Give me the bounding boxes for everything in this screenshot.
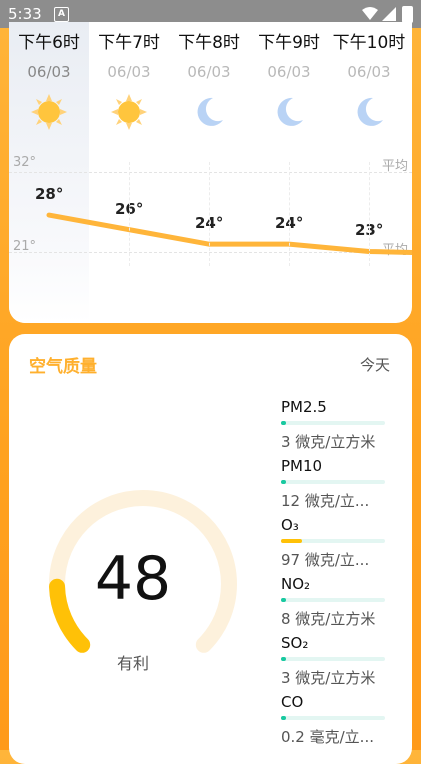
pollutant-item[interactable]: CO 0.2 毫克/立... (281, 693, 406, 747)
pollutant-value: 12 微克/立... (281, 492, 370, 510)
pollutant-value: 8 微克/立方米 (281, 610, 376, 628)
notification-icon: A (54, 7, 69, 22)
air-quality-title: 空气质量 (29, 357, 97, 377)
pollutant-value: 97 微克/立... (281, 551, 370, 569)
chart-vertical-gridline (209, 162, 210, 266)
temperature-point-label: 28° (35, 185, 64, 204)
pollutant-value: 3 微克/立方米 (281, 669, 376, 687)
cellular-icon (382, 7, 396, 21)
pollutant-bar (281, 598, 385, 602)
pollutant-value: 3 微克/立方米 (281, 433, 376, 451)
pollutant-item[interactable]: SO₂ 3 微克/立方米 (281, 634, 406, 688)
pollutant-bar (281, 716, 385, 720)
pollutant-name: CO (281, 693, 304, 711)
chart-vertical-gridline (129, 162, 130, 266)
hourly-forecast-card: 下午6时 06/03 下午7时 06/03 下午8时 06/03 下午9时 06/03 下午10… (9, 22, 412, 323)
temperature-line-chart (46, 212, 412, 255)
pollutant-bar (281, 421, 385, 425)
pollutant-value: 0.2 毫克/立... (281, 728, 374, 746)
pollutant-name: NO₂ (281, 575, 311, 593)
pollutant-bar (281, 480, 385, 484)
pollutant-item[interactable]: O₃ 97 微克/立... (281, 516, 406, 570)
status-time: 5:33 (8, 5, 42, 23)
pollutant-item[interactable]: NO₂ 8 微克/立方米 (281, 575, 406, 629)
battery-icon (402, 6, 413, 23)
air-quality-period[interactable]: 今天 (360, 354, 390, 375)
chart-vertical-gridline (369, 162, 370, 266)
pollutant-name: PM10 (281, 457, 323, 475)
pollutant-bar (281, 657, 385, 661)
chart-vertical-gridline (289, 162, 290, 266)
pollutant-name: O₃ (281, 516, 299, 534)
pollutant-name: SO₂ (281, 634, 309, 652)
pollutant-item[interactable]: PM10 12 微克/立... (281, 457, 406, 511)
pollutant-bar (281, 539, 385, 543)
air-quality-card: 空气质量 今天 48 有利 PM2.5 3 微克/立方米 PM10 12 微克/立..… (9, 334, 412, 764)
aqi-level: 有利 (117, 654, 150, 673)
pollutant-name: PM2.5 (281, 398, 327, 416)
pollutant-item[interactable]: PM2.5 3 微克/立方米 (281, 398, 406, 452)
wifi-icon (362, 7, 378, 20)
aqi-value: 48 (94, 544, 172, 614)
